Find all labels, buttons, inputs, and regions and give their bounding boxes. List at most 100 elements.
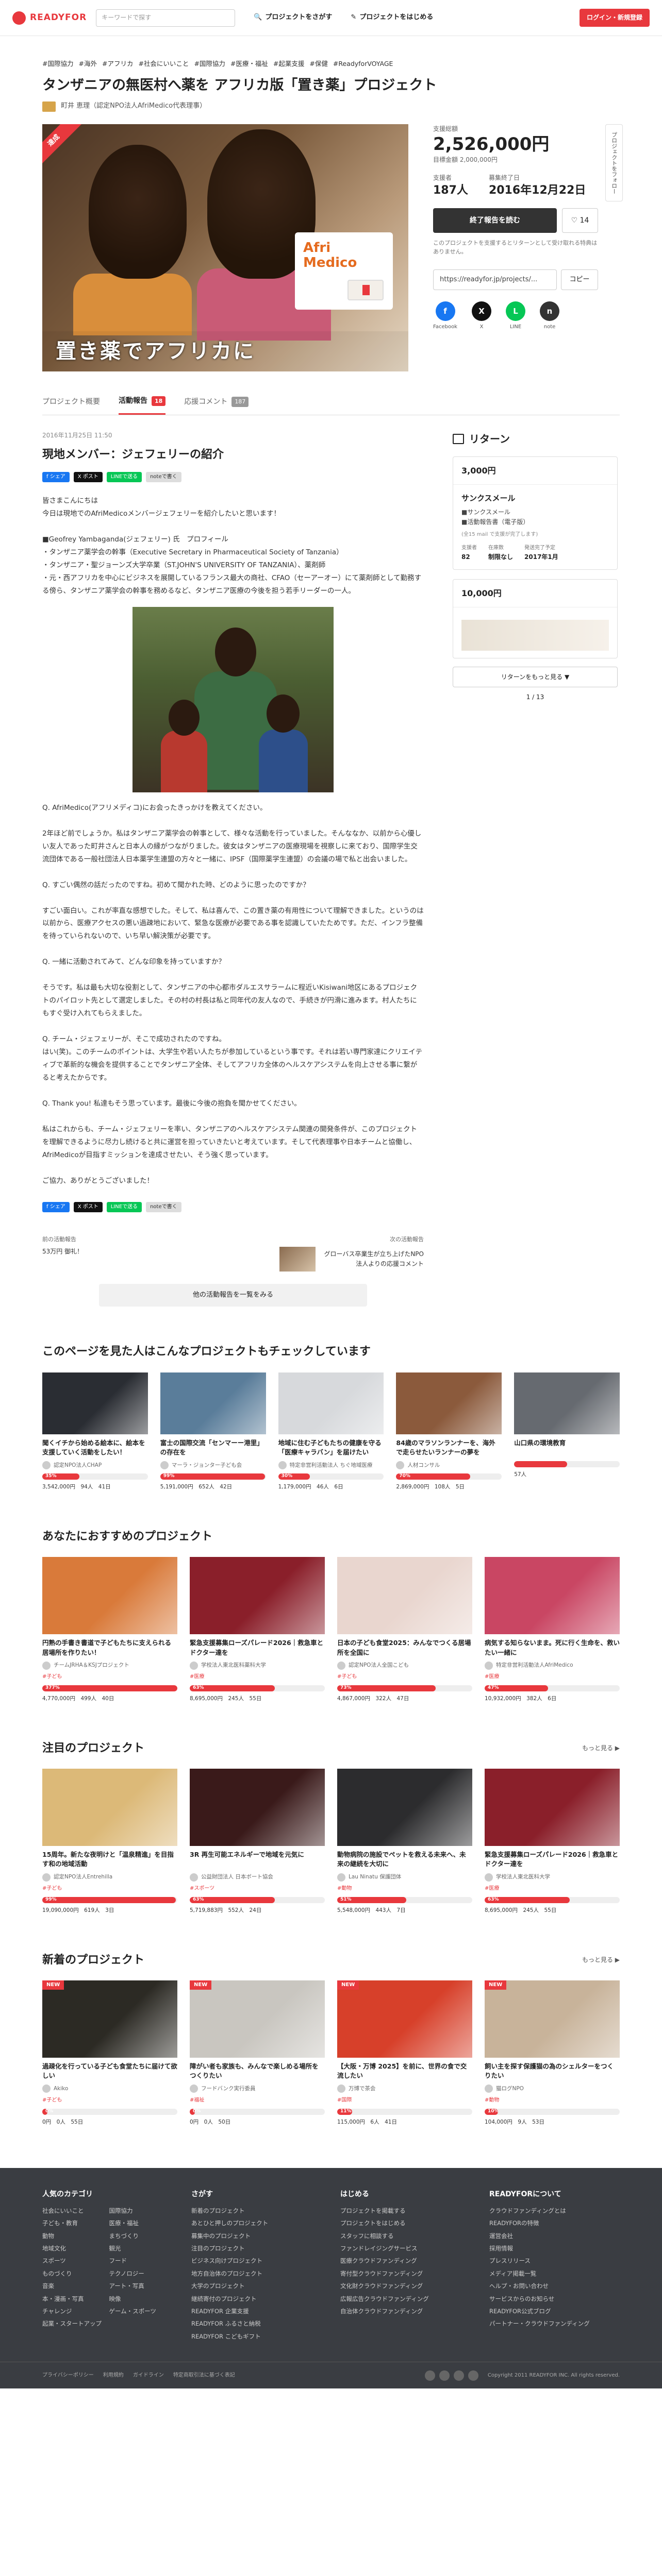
footer-link[interactable]: 本・漫画・写真 bbox=[42, 2294, 106, 2303]
facebook-icon[interactable] bbox=[424, 2370, 435, 2381]
start-project-button[interactable]: ✎ プロジェクトをはじめる bbox=[351, 12, 433, 23]
search-projects-button[interactable]: 🔍 プロジェクトをさがす bbox=[254, 12, 332, 23]
follow-project-tab[interactable]: プロジェクトをフォロー bbox=[605, 124, 623, 202]
tab-0[interactable]: プロジェクト概要 bbox=[42, 389, 100, 414]
footer-link[interactable]: READYFOR こどもギフト bbox=[191, 2332, 322, 2341]
share-facebook[interactable]: f Facebook bbox=[433, 301, 457, 331]
facebook-share-button[interactable]: f シェア bbox=[42, 1201, 70, 1212]
footer-legal-link[interactable]: 特定商取引法に基づく表記 bbox=[173, 2371, 235, 2380]
read-report-button[interactable]: 終了報告を読む bbox=[433, 208, 557, 233]
footer-link[interactable]: 観光 bbox=[109, 2244, 173, 2253]
tag-link[interactable]: #アフリカ bbox=[102, 59, 133, 69]
next-report-link[interactable]: 次の活動報告 グローバス卒業生が立ち上げたNPO法人よりの応援コメント bbox=[254, 1235, 424, 1272]
project-url-field[interactable]: https://readyfor.jp/projects/... bbox=[433, 269, 557, 291]
footer-link[interactable]: 運営会社 bbox=[489, 2231, 620, 2241]
footer-link[interactable]: 地域文化 bbox=[42, 2244, 106, 2253]
project-card[interactable]: 地域に住む子どもたちの健康を守る「医療キャラバン」を届けたい 特定非営利活動法人 … bbox=[278, 1372, 384, 1492]
footer-legal-link[interactable]: 利用規約 bbox=[103, 2371, 124, 2380]
note-share-button[interactable]: noteで書く bbox=[146, 472, 181, 482]
footer-link[interactable]: 採用情報 bbox=[489, 2244, 620, 2253]
footer-link[interactable]: READYFOR ふるさと納税 bbox=[191, 2319, 322, 2328]
favorite-button[interactable]: ♡ 14 bbox=[562, 208, 598, 233]
readyfor-logo[interactable]: READYFOR bbox=[12, 11, 87, 25]
footer-legal-link[interactable]: プライバシーポリシー bbox=[42, 2371, 94, 2380]
project-card[interactable]: 84歳のマラソンランナーを、海外で走らせたいランナーの夢を 人材コンサル 70% 2,… bbox=[396, 1372, 502, 1492]
copy-url-button[interactable]: コピー bbox=[561, 269, 598, 291]
facebook-share-button[interactable]: f シェア bbox=[42, 472, 70, 482]
project-card[interactable]: NEW 飼い主を探す保護猫の為のシェルターをつくりたい 猫ログNPO #動物 10% 10… bbox=[485, 1980, 620, 2127]
footer-link[interactable]: 注目のプロジェクト bbox=[191, 2244, 322, 2253]
footer-link[interactable]: スポーツ bbox=[42, 2256, 106, 2265]
tag-link[interactable]: #国際協力 bbox=[194, 59, 225, 69]
footer-link[interactable]: ヘルプ・お問い合わせ bbox=[489, 2281, 620, 2291]
project-card[interactable]: NEW 【大阪・万博 2025】を前に、世界の食で交流したい 万博で茶会 #国際 11%… bbox=[337, 1980, 472, 2127]
project-card[interactable]: 緊急支援募集ローズパレード2026｜救急車とドクター達を 学校法人東北医科薬科大学… bbox=[190, 1557, 325, 1703]
project-card[interactable]: 富士の国際交流「センマーー港里」の存在を マーラ・ジョンター子ども会 99% 5,19… bbox=[160, 1372, 266, 1492]
footer-link[interactable]: READYFOR 企業支援 bbox=[191, 2307, 322, 2316]
footer-link[interactable]: プレスリリース bbox=[489, 2256, 620, 2265]
footer-link[interactable]: 文化財クラウドファンディング bbox=[340, 2281, 471, 2291]
footer-link[interactable]: 大学のプロジェクト bbox=[191, 2281, 322, 2291]
tag-link[interactable]: #起業支援 bbox=[273, 59, 304, 69]
footer-link[interactable]: スタッフに相談する bbox=[340, 2231, 471, 2241]
see-more-link[interactable]: もっと見る ▶ bbox=[582, 1743, 620, 1753]
see-more-link[interactable]: もっと見る ▶ bbox=[582, 1955, 620, 1965]
share-line[interactable]: L LINE bbox=[506, 301, 525, 331]
login-button[interactable]: ログイン・新規登録 bbox=[579, 8, 650, 27]
line-icon[interactable] bbox=[453, 2370, 464, 2381]
footer-link[interactable]: メディア掲載一覧 bbox=[489, 2269, 620, 2278]
x-icon[interactable] bbox=[439, 2370, 450, 2381]
footer-link[interactable]: 募集中のプロジェクト bbox=[191, 2231, 322, 2241]
footer-link[interactable]: 地方自治体のプロジェクト bbox=[191, 2269, 322, 2278]
tag-link[interactable]: #ReadyforVOYAGE bbox=[333, 59, 393, 69]
footer-link[interactable]: テクノロジー bbox=[109, 2269, 173, 2278]
project-owner[interactable]: 町井 恵理（認定NPO法人AfriMedico代表理事） bbox=[42, 101, 620, 112]
footer-link[interactable]: サービスからのお知らせ bbox=[489, 2294, 620, 2303]
footer-link[interactable]: 起業・スタートアップ bbox=[42, 2319, 106, 2328]
reward-card[interactable]: 3,000円 サンクスメール ■サンクスメール ■活動報告書（電子版） (全15… bbox=[453, 456, 618, 570]
project-card[interactable]: 動物病院の施設でペットを救える未来へ、未来の継続を大切に Lau Ninatu 保… bbox=[337, 1769, 472, 1915]
footer-link[interactable]: 医療・福祉 bbox=[109, 2218, 173, 2228]
share-x[interactable]: XX bbox=[472, 301, 491, 331]
project-card[interactable]: 緊急支援募集ローズパレード2026｜救急車とドクター達を 学校法人東北医科大学 #医… bbox=[485, 1769, 620, 1915]
tag-link[interactable]: #国際協力 bbox=[42, 59, 73, 69]
share-note[interactable]: n note bbox=[540, 301, 559, 331]
footer-link[interactable]: 子ども・教育 bbox=[42, 2218, 106, 2228]
tab-1[interactable]: 活動報告 18 bbox=[119, 389, 166, 415]
tag-link[interactable]: #海外 bbox=[78, 59, 96, 69]
footer-link[interactable]: チャレンジ bbox=[42, 2307, 106, 2316]
x-post-button[interactable]: X ポスト bbox=[73, 472, 103, 482]
footer-link[interactable]: 社会にいいこと bbox=[42, 2206, 106, 2215]
project-card[interactable]: 15周年。新たな夜明けと「温泉精進」を目指す和の地域活動 認定NPO法人Entre… bbox=[42, 1769, 177, 1915]
more-rewards-button[interactable]: リターンをもっと見る ▼ bbox=[453, 667, 618, 688]
tag-link[interactable]: #医療・福祉 bbox=[230, 59, 268, 69]
search-input[interactable]: キーワードで探す bbox=[96, 9, 236, 27]
footer-link[interactable]: ファンドレイジングサービス bbox=[340, 2244, 471, 2253]
x-post-button[interactable]: X ポスト bbox=[73, 1201, 103, 1212]
footer-link[interactable]: ものづくり bbox=[42, 2269, 106, 2278]
note-share-button[interactable]: noteで書く bbox=[146, 1201, 181, 1212]
footer-link[interactable]: READYFORの特徴 bbox=[489, 2218, 620, 2228]
project-card[interactable]: 聞くイチから始める絵本に、絵本を支援していく活動をしたい！ 認定NPO法人CHAP… bbox=[42, 1372, 148, 1492]
line-share-button[interactable]: LINEで送る bbox=[106, 1201, 142, 1212]
project-card[interactable]: NEW 過疎化を行っている子ども食堂たちに届けて欲しい Akiko #子ども 0% 0円 … bbox=[42, 1980, 177, 2127]
footer-link[interactable]: パートナー・クラウドファンディング bbox=[489, 2319, 620, 2328]
previous-report-link[interactable]: 前の活動報告 53万円 御礼！ bbox=[42, 1235, 212, 1272]
footer-link[interactable]: 広報広告クラウドファンディング bbox=[340, 2294, 471, 2303]
footer-link[interactable]: 国際協力 bbox=[109, 2206, 173, 2215]
footer-link[interactable]: 自治体クラウドファンディング bbox=[340, 2307, 471, 2316]
footer-link[interactable]: ビジネス向けプロジェクト bbox=[191, 2256, 322, 2265]
footer-link[interactable]: 映像 bbox=[109, 2294, 173, 2303]
footer-link[interactable]: 継続寄付のプロジェクト bbox=[191, 2294, 322, 2303]
project-card[interactable]: 病気する知らないまま。死に行く生命を、救いたい一緒に 特定非営利活動法人AfriM… bbox=[485, 1557, 620, 1703]
footer-link[interactable]: プロジェクトを掲載する bbox=[340, 2206, 471, 2215]
footer-link[interactable]: 動物 bbox=[42, 2231, 106, 2241]
youtube-icon[interactable] bbox=[468, 2370, 478, 2381]
project-card[interactable]: 円熟の手書き書道で子どもたちに支えられる居場所を作りたい！ チームJRHA＆KSJ… bbox=[42, 1557, 177, 1703]
tag-link[interactable]: #保健 bbox=[309, 59, 327, 69]
footer-link[interactable]: READYFOR公式ブログ bbox=[489, 2307, 620, 2316]
tag-link[interactable]: #社会にいいこと bbox=[138, 59, 189, 69]
footer-link[interactable]: ゲーム・スポーツ bbox=[109, 2307, 173, 2316]
footer-legal-link[interactable]: ガイドライン bbox=[133, 2371, 164, 2380]
footer-link[interactable]: プロジェクトをはじめる bbox=[340, 2218, 471, 2228]
